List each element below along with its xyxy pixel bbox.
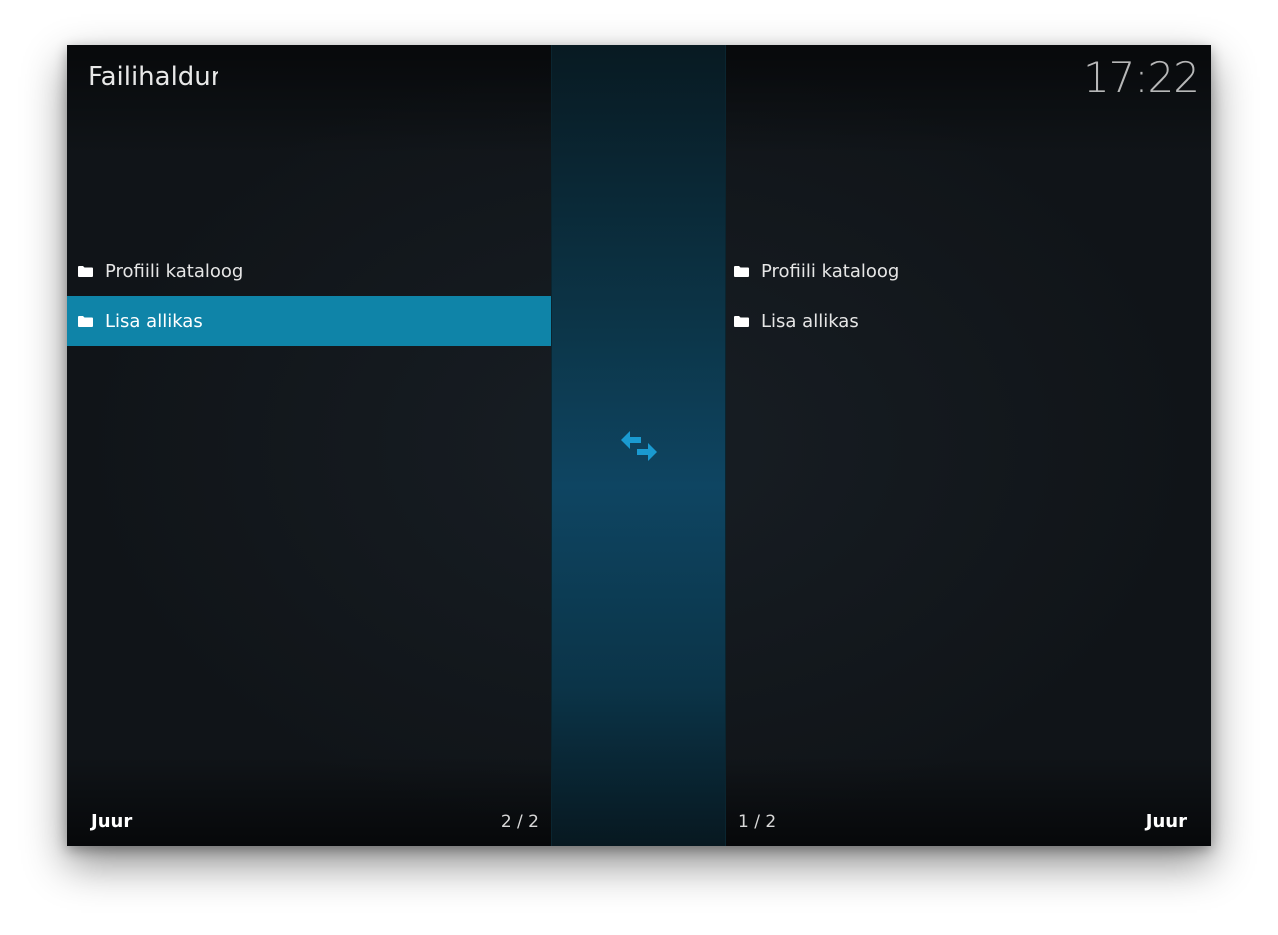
left-item-count: 2 / 2	[500, 812, 539, 832]
left-file-list: Profiili kataloog Lisa allikas	[67, 246, 551, 346]
clock: 17:22	[1082, 53, 1200, 102]
list-item-profile-directory[interactable]: Profiili kataloog	[67, 246, 551, 296]
swap-arrows-icon[interactable]	[619, 426, 659, 466]
right-path-label: Juur	[1145, 811, 1187, 832]
list-item-label: Profiili kataloog	[105, 260, 244, 282]
folder-icon	[734, 266, 749, 277]
page-title: Failihaldur	[88, 62, 218, 92]
right-file-list: Profiili kataloog Lisa allikas	[724, 246, 1211, 346]
list-item-label: Profiili kataloog	[761, 260, 900, 282]
folder-icon	[734, 316, 749, 327]
list-item-add-source[interactable]: Lisa allikas	[67, 296, 551, 346]
right-item-count: 1 / 2	[738, 812, 777, 832]
list-item-profile-directory[interactable]: Profiili kataloog	[724, 246, 1211, 296]
left-path-label: Juur	[91, 811, 133, 832]
file-manager-window: Failihaldur 17:22 Profiili kataloog Lisa…	[67, 45, 1211, 846]
right-pane: Profiili kataloog Lisa allikas 1 / 2 Juu…	[724, 45, 1211, 846]
list-item-label: Lisa allikas	[761, 310, 859, 332]
pane-divider	[551, 45, 726, 846]
left-pane: Profiili kataloog Lisa allikas Juur 2 / …	[67, 45, 551, 846]
folder-icon	[78, 266, 93, 277]
folder-icon	[78, 316, 93, 327]
list-item-add-source[interactable]: Lisa allikas	[724, 296, 1211, 346]
list-item-label: Lisa allikas	[105, 310, 203, 332]
